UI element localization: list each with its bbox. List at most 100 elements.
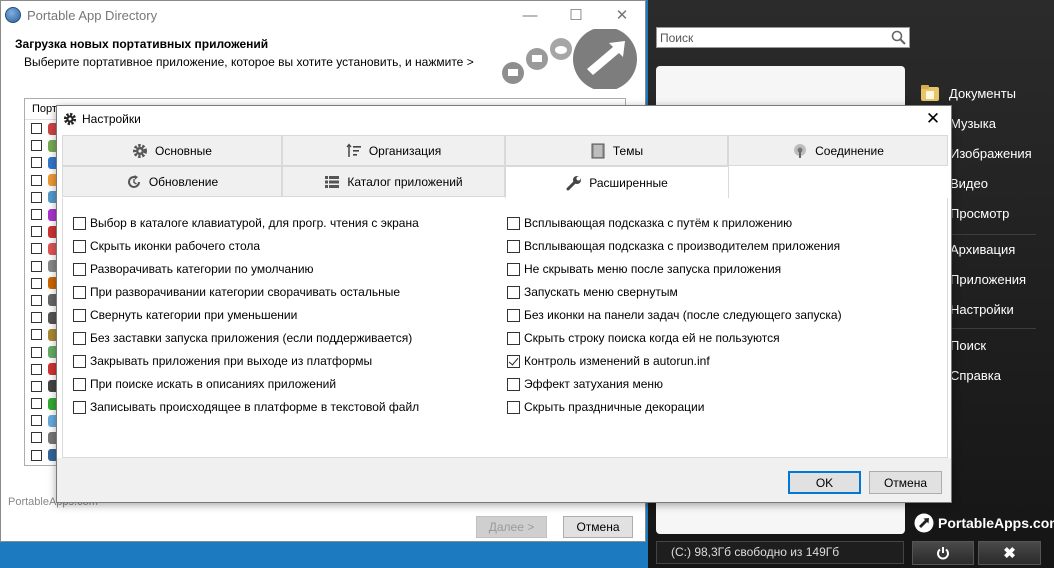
pa-item-apps[interactable]: Приложения xyxy=(950,272,1026,287)
directory-cancel-button[interactable]: Отмена xyxy=(563,516,633,538)
settings-title: Настройки xyxy=(82,111,141,126)
app-checkbox[interactable] xyxy=(31,312,42,324)
option-label: Контроль изменений в autorun.inf xyxy=(524,354,710,368)
option-label: Всплывающая подсказка с производителем п… xyxy=(524,239,841,253)
option-checkbox[interactable] xyxy=(73,354,86,368)
option-checkbox[interactable] xyxy=(507,331,520,345)
option-label: Разворачивать категории по умолчанию xyxy=(90,262,314,276)
app-checkbox[interactable] xyxy=(31,398,42,410)
option-row[interactable]: Не скрывать меню после запуска приложени… xyxy=(507,260,781,278)
pa-item-label: Документы xyxy=(949,85,1017,101)
option-row[interactable]: Без заставки запуска приложения (если по… xyxy=(73,329,412,347)
settings-close-button[interactable]: ✕ xyxy=(915,106,951,131)
option-checkbox[interactable] xyxy=(507,354,520,368)
app-checkbox[interactable] xyxy=(31,140,42,152)
app-checkbox[interactable] xyxy=(31,277,42,289)
option-row[interactable]: При разворачивании категории сворачивать… xyxy=(73,283,400,301)
option-row[interactable]: Запускать меню свернутым xyxy=(507,283,678,301)
option-row[interactable]: Всплывающая подсказка с путём к приложен… xyxy=(507,214,792,232)
option-row[interactable]: Контроль изменений в autorun.inf xyxy=(507,352,710,370)
option-row[interactable]: Без иконки на панели задач (после следую… xyxy=(507,306,842,324)
option-checkbox[interactable] xyxy=(507,285,520,299)
pa-item-label: Изображения xyxy=(950,146,1032,161)
maximize-button[interactable]: ☐ xyxy=(553,1,599,29)
option-row[interactable]: Скрыть строку поиска когда ей не пользую… xyxy=(507,329,780,347)
app-checkbox[interactable] xyxy=(31,415,42,427)
app-checkbox[interactable] xyxy=(31,294,42,306)
option-checkbox[interactable] xyxy=(73,216,86,230)
option-label: Запускать меню свернутым xyxy=(524,285,678,299)
option-row[interactable]: Записывать происходящее в платформе в те… xyxy=(73,398,419,416)
app-checkbox[interactable] xyxy=(31,226,42,238)
search-icon[interactable] xyxy=(891,30,906,45)
app-checkbox[interactable] xyxy=(31,432,42,444)
app-checkbox[interactable] xyxy=(31,123,42,135)
app-checkbox[interactable] xyxy=(31,157,42,169)
close-icon: ✖ xyxy=(1003,545,1016,562)
option-row[interactable]: Скрыть иконки рабочего стола xyxy=(73,237,260,255)
pa-brand[interactable]: PortableApps.com xyxy=(914,513,1054,533)
app-checkbox[interactable] xyxy=(31,346,42,358)
option-checkbox[interactable] xyxy=(507,400,520,414)
tab-general[interactable]: Основные xyxy=(62,135,282,166)
option-checkbox[interactable] xyxy=(73,308,86,322)
pa-item-video[interactable]: Видео xyxy=(950,176,988,191)
tab-label: Основные xyxy=(155,143,212,158)
pa-close-button[interactable]: ✖ xyxy=(978,541,1041,565)
option-checkbox[interactable] xyxy=(73,400,86,414)
option-checkbox[interactable] xyxy=(507,239,520,253)
option-checkbox[interactable] xyxy=(73,285,86,299)
option-row[interactable]: Закрывать приложения при выходе из платф… xyxy=(73,352,372,370)
tab-label: Каталог приложений xyxy=(347,174,463,189)
app-checkbox[interactable] xyxy=(31,380,42,392)
app-checkbox[interactable] xyxy=(31,329,42,341)
window-close-button[interactable]: ✕ xyxy=(599,1,645,29)
app-checkbox[interactable] xyxy=(31,209,42,221)
tab-advanced[interactable]: Расширенные xyxy=(505,166,729,199)
option-checkbox[interactable] xyxy=(73,331,86,345)
tab-update[interactable]: Обновление xyxy=(62,166,282,197)
option-checkbox[interactable] xyxy=(507,308,520,322)
app-checkbox[interactable] xyxy=(31,363,42,375)
app-checkbox[interactable] xyxy=(31,260,42,272)
option-row[interactable]: Всплывающая подсказка с производителем п… xyxy=(507,237,840,255)
option-checkbox[interactable] xyxy=(507,262,520,276)
app-checkbox[interactable] xyxy=(31,449,42,461)
option-row[interactable]: Эффект затухания меню xyxy=(507,375,663,393)
option-checkbox[interactable] xyxy=(507,216,520,230)
pa-item-help[interactable]: Справка xyxy=(950,368,1001,383)
next-button[interactable]: Далее > xyxy=(476,516,547,538)
option-label: Не скрывать меню после запуска приложени… xyxy=(524,262,782,276)
app-checkbox[interactable] xyxy=(31,191,42,203)
pa-item-search[interactable]: Поиск xyxy=(950,338,986,353)
app-checkbox[interactable] xyxy=(31,243,42,255)
option-row[interactable]: Скрыть праздничные декорации xyxy=(507,398,704,416)
tab-themes[interactable]: Темы xyxy=(505,135,728,166)
tab-connection[interactable]: Соединение xyxy=(728,135,948,166)
cancel-button[interactable]: Отмена xyxy=(869,471,942,494)
pa-item-documents[interactable]: Документы xyxy=(920,84,1016,102)
option-row[interactable]: Свернуть категории при уменьшении xyxy=(73,306,297,324)
connection-icon xyxy=(794,143,807,158)
option-row[interactable]: Выбор в каталоге клавиатурой, для прогр.… xyxy=(73,214,419,232)
pa-item-label: Видео xyxy=(950,176,988,191)
pa-item-settings[interactable]: Настройки xyxy=(950,302,1014,317)
pa-item-archive[interactable]: Архивация xyxy=(950,242,1015,257)
pa-search-input[interactable]: Поиск xyxy=(656,27,910,48)
app-checkbox[interactable] xyxy=(31,174,42,186)
tab-app-catalog[interactable]: Каталог приложений xyxy=(282,166,505,197)
pa-item-images[interactable]: Изображения xyxy=(950,146,1032,161)
catalog-icon xyxy=(325,175,340,188)
tab-organization[interactable]: Организация xyxy=(282,135,505,166)
option-checkbox[interactable] xyxy=(73,262,86,276)
option-checkbox[interactable] xyxy=(507,377,520,391)
pa-item-music[interactable]: Музыка xyxy=(950,116,996,131)
ok-button[interactable]: OK xyxy=(788,471,861,494)
pa-item-browse[interactable]: Просмотр xyxy=(950,206,1009,221)
option-row[interactable]: Разворачивать категории по умолчанию xyxy=(73,260,314,278)
option-checkbox[interactable] xyxy=(73,377,86,391)
minimize-button[interactable]: — xyxy=(507,1,553,29)
power-button[interactable] xyxy=(912,541,974,565)
option-checkbox[interactable] xyxy=(73,239,86,253)
option-row[interactable]: При поиске искать в описаниях приложений xyxy=(73,375,336,393)
